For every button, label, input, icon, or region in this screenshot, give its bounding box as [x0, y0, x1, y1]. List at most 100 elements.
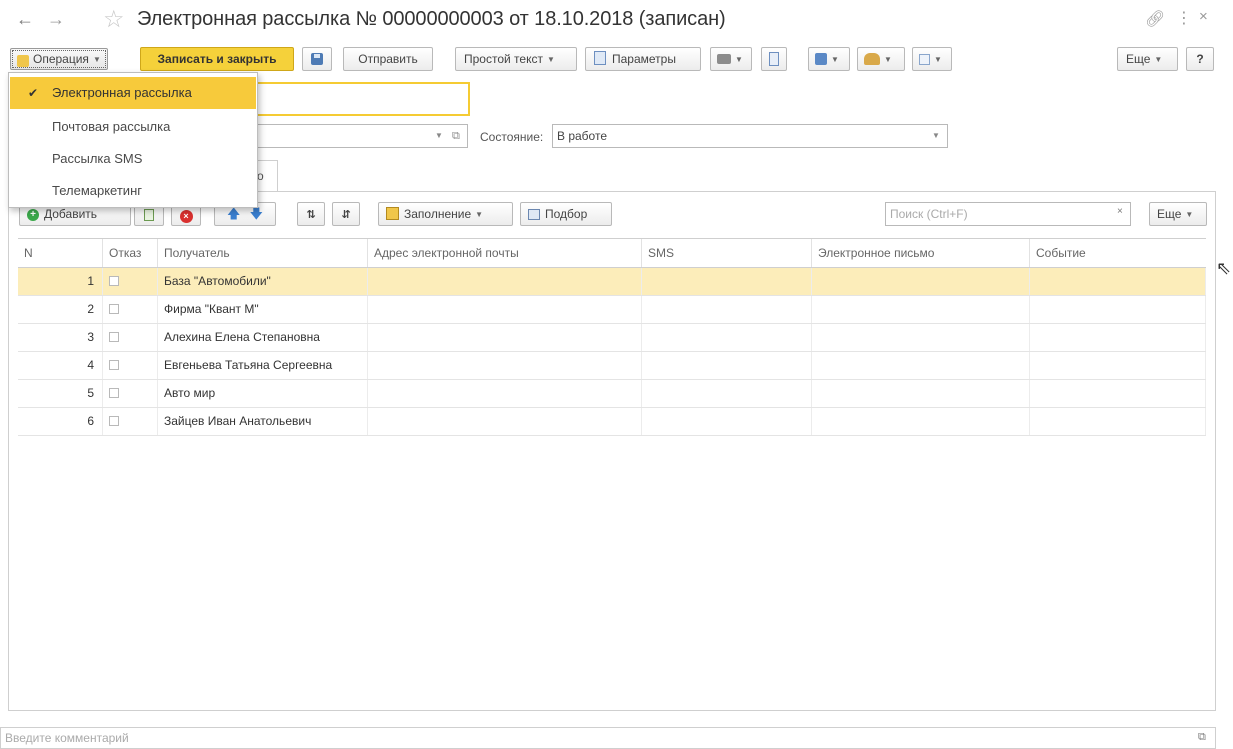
- cell-email[interactable]: [368, 268, 642, 295]
- forward-arrow-icon[interactable]: →: [43, 6, 69, 32]
- cell-recipient[interactable]: Евгеньева Татьяна Сергеевна: [158, 352, 368, 379]
- structure-button[interactable]: [761, 47, 787, 71]
- refused-checkbox[interactable]: [109, 388, 119, 398]
- create-based-button[interactable]: ▼: [808, 47, 850, 71]
- users-button[interactable]: ▼: [857, 47, 905, 71]
- cell-recipient[interactable]: Авто мир: [158, 380, 368, 407]
- reports-button[interactable]: ▼: [912, 47, 952, 71]
- cell-letter[interactable]: [812, 268, 1030, 295]
- sort-desc-button[interactable]: ⇵: [332, 202, 360, 226]
- cell-refused[interactable]: [103, 296, 158, 323]
- column-header-email[interactable]: Адрес электронной почты: [368, 239, 642, 267]
- pick-button[interactable]: Подбор: [520, 202, 612, 226]
- column-header-letter[interactable]: Электронное письмо: [812, 239, 1030, 267]
- column-header-sms[interactable]: SMS: [642, 239, 812, 267]
- close-icon[interactable]: ×: [1199, 8, 1208, 25]
- cell-n[interactable]: 2: [18, 296, 103, 323]
- refused-checkbox[interactable]: [109, 276, 119, 286]
- cell-event[interactable]: [1030, 268, 1206, 295]
- cell-n[interactable]: 1: [18, 268, 103, 295]
- responsible-field[interactable]: [240, 124, 468, 148]
- more-vertical-icon[interactable]: ⋮: [1176, 8, 1192, 28]
- table-row[interactable]: 2 Фирма "Квант М": [18, 296, 1206, 324]
- refused-checkbox[interactable]: [109, 360, 119, 370]
- cell-sms[interactable]: [642, 268, 812, 295]
- operation-button[interactable]: Операция ▼: [10, 48, 108, 70]
- chevron-down-icon[interactable]: ▼: [932, 131, 940, 140]
- cell-n[interactable]: 4: [18, 352, 103, 379]
- open-comment-icon[interactable]: ⧉: [1198, 731, 1206, 744]
- search-input[interactable]: Поиск (Ctrl+F): [885, 202, 1131, 226]
- table-more-button[interactable]: Еще ▼: [1149, 202, 1207, 226]
- open-form-icon[interactable]: ⧉: [452, 130, 460, 143]
- cell-recipient[interactable]: Зайцев Иван Анатольевич: [158, 408, 368, 435]
- table-row[interactable]: 6 Зайцев Иван Анатольевич: [18, 408, 1206, 436]
- menu-item-email[interactable]: ✔ Электронная рассылка: [10, 77, 256, 109]
- more-button[interactable]: Еще ▼: [1117, 47, 1178, 71]
- table-row[interactable]: 1 База "Автомобили": [18, 268, 1206, 296]
- cell-letter[interactable]: [812, 380, 1030, 407]
- cell-email[interactable]: [368, 352, 642, 379]
- refused-checkbox[interactable]: [109, 416, 119, 426]
- column-header-recipient[interactable]: Получатель: [158, 239, 368, 267]
- cell-event[interactable]: [1030, 324, 1206, 351]
- cell-n[interactable]: 5: [18, 380, 103, 407]
- cell-letter[interactable]: [812, 324, 1030, 351]
- cell-refused[interactable]: [103, 324, 158, 351]
- cell-refused[interactable]: [103, 268, 158, 295]
- print-button[interactable]: ▼: [710, 47, 752, 71]
- move-up-icon[interactable]: 🡅: [227, 206, 240, 221]
- clear-search-icon[interactable]: ×: [1117, 206, 1123, 217]
- cell-email[interactable]: [368, 324, 642, 351]
- column-header-event[interactable]: Событие: [1030, 239, 1206, 267]
- help-button[interactable]: ?: [1186, 47, 1214, 71]
- cell-letter[interactable]: [812, 296, 1030, 323]
- cell-email[interactable]: [368, 408, 642, 435]
- cell-sms[interactable]: [642, 380, 812, 407]
- cell-sms[interactable]: [642, 408, 812, 435]
- cell-recipient[interactable]: База "Автомобили": [158, 268, 368, 295]
- cell-sms[interactable]: [642, 352, 812, 379]
- state-field[interactable]: В работе: [552, 124, 948, 148]
- cell-event[interactable]: [1030, 380, 1206, 407]
- chevron-down-icon[interactable]: ▼: [435, 131, 443, 140]
- cell-sms[interactable]: [642, 296, 812, 323]
- refused-checkbox[interactable]: [109, 332, 119, 342]
- comment-input[interactable]: Введите комментарий: [0, 727, 1216, 749]
- cell-letter[interactable]: [812, 408, 1030, 435]
- table-row[interactable]: 3 Алехина Елена Степановна: [18, 324, 1206, 352]
- sort-asc-button[interactable]: ⇅: [297, 202, 325, 226]
- cell-event[interactable]: [1030, 296, 1206, 323]
- menu-item-postal[interactable]: Почтовая рассылка: [10, 111, 256, 143]
- parameters-button[interactable]: Параметры: [585, 47, 701, 71]
- cell-event[interactable]: [1030, 408, 1206, 435]
- save-close-button[interactable]: Записать и закрыть: [140, 47, 294, 71]
- cell-n[interactable]: 3: [18, 324, 103, 351]
- link-icon[interactable]: 🔗︎: [1145, 9, 1165, 29]
- column-header-refused[interactable]: Отказ: [103, 239, 158, 267]
- cell-sms[interactable]: [642, 324, 812, 351]
- column-header-n[interactable]: N: [18, 239, 103, 267]
- menu-item-telemarketing[interactable]: Телемаркетинг: [10, 175, 256, 207]
- cell-refused[interactable]: [103, 408, 158, 435]
- subject-field[interactable]: [240, 82, 470, 116]
- send-button[interactable]: Отправить: [343, 47, 433, 71]
- cell-recipient[interactable]: Алехина Елена Степановна: [158, 324, 368, 351]
- save-button[interactable]: [302, 47, 332, 71]
- text-format-button[interactable]: Простой текст ▼: [455, 47, 577, 71]
- back-arrow-icon[interactable]: ←: [12, 6, 38, 32]
- cell-letter[interactable]: [812, 352, 1030, 379]
- fill-button[interactable]: Заполнение ▼: [378, 202, 513, 226]
- cell-n[interactable]: 6: [18, 408, 103, 435]
- cell-refused[interactable]: [103, 352, 158, 379]
- refused-checkbox[interactable]: [109, 304, 119, 314]
- cell-event[interactable]: [1030, 352, 1206, 379]
- cell-email[interactable]: [368, 380, 642, 407]
- table-row[interactable]: 4 Евгеньева Татьяна Сергеевна: [18, 352, 1206, 380]
- cell-refused[interactable]: [103, 380, 158, 407]
- move-down-icon[interactable]: 🡇: [250, 206, 263, 221]
- cell-recipient[interactable]: Фирма "Квант М": [158, 296, 368, 323]
- table-row[interactable]: 5 Авто мир: [18, 380, 1206, 408]
- menu-item-sms[interactable]: Рассылка SMS: [10, 143, 256, 175]
- favorite-star-icon[interactable]: ☆: [103, 5, 125, 34]
